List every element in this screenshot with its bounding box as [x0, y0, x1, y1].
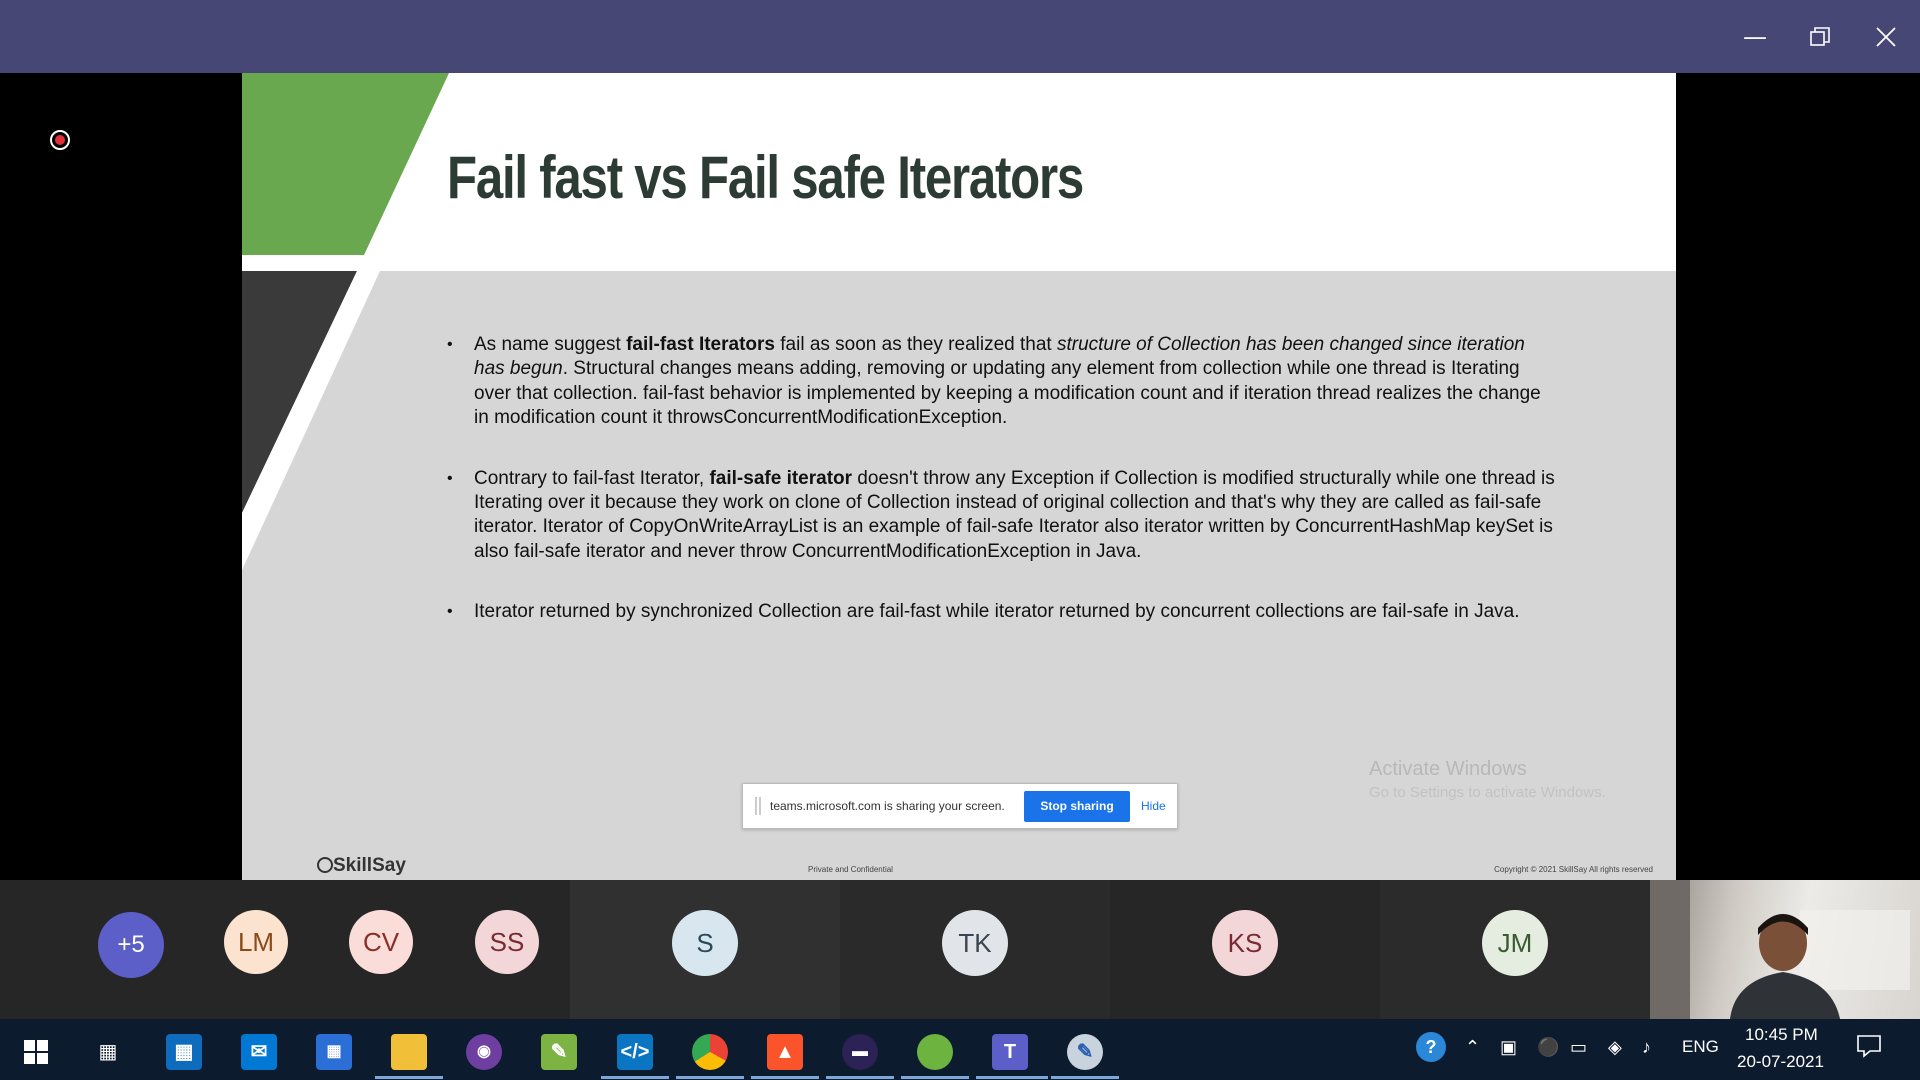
bullet-item: As name suggest fail-fast Iterators fail… [447, 333, 1557, 431]
notepad-icon[interactable]: ✎ [541, 1034, 577, 1070]
meet-now-icon[interactable]: ▣ [1500, 1037, 1517, 1058]
chrome-icon[interactable] [692, 1034, 728, 1070]
start-icon[interactable] [18, 1034, 54, 1070]
github-icon[interactable]: ◉ [466, 1034, 502, 1070]
slide-title: Fail fast vs Fail safe Iterators [447, 144, 1084, 211]
avatar-s[interactable]: S [672, 910, 738, 976]
hide-share-bar-button[interactable]: Hide [1141, 799, 1166, 813]
bullet-text: Contrary to fail-fast Iterator, [474, 467, 710, 489]
bullet-item: Contrary to fail-fast Iterator, fail-saf… [447, 467, 1557, 565]
eclipse-icon[interactable]: ▬ [842, 1034, 878, 1070]
avatar-cv[interactable]: CV [349, 910, 413, 974]
stop-sharing-button[interactable]: Stop sharing [1024, 791, 1130, 822]
chevron-up-icon[interactable]: ⌃ [1465, 1037, 1480, 1058]
footer-confidential: Private and Confidential [808, 865, 893, 874]
footer-copyright: Copyright © 2021 SkillSay All rights res… [1494, 865, 1653, 874]
file-explorer-icon[interactable] [391, 1034, 427, 1070]
bullet-list: As name suggest fail-fast Iterators fail… [447, 333, 1557, 661]
active-app-indicator [601, 1076, 669, 1079]
restore-icon[interactable] [1797, 14, 1843, 60]
clock-date[interactable]: 20-07-2021 [1737, 1052, 1824, 1072]
bullet-item: Iterator returned by synchronized Collec… [447, 600, 1557, 625]
bullet-bold-term: fail-fast Iterators [626, 334, 775, 355]
activate-windows-subtitle: Go to Settings to activate Windows. [1369, 784, 1606, 801]
close-icon[interactable] [1863, 14, 1909, 60]
wifi-icon[interactable]: ◈ [1608, 1037, 1622, 1058]
clock-time[interactable]: 10:45 PM [1745, 1025, 1818, 1045]
teams-icon[interactable]: T [992, 1034, 1028, 1070]
avatar-lm[interactable]: LM [224, 910, 288, 974]
logo-mark-icon [317, 857, 333, 873]
drag-handle-icon[interactable] [755, 797, 761, 815]
notification-icon[interactable] [1856, 1033, 1882, 1064]
paint-icon[interactable]: ✎ [1067, 1034, 1103, 1070]
volume-icon[interactable]: ♪ [1642, 1037, 1651, 1058]
active-app-indicator [976, 1076, 1048, 1079]
spring-tools-icon[interactable] [917, 1034, 953, 1070]
bullet-text: Iterator returned by synchronized Collec… [474, 601, 1520, 623]
language-indicator[interactable]: ENG [1682, 1037, 1719, 1057]
bullet-bold-term: fail-safe iterator [709, 467, 853, 489]
active-app-indicator [1051, 1076, 1119, 1079]
active-app-indicator [751, 1076, 819, 1079]
avatar-ks[interactable]: KS [1212, 910, 1278, 976]
active-app-indicator [676, 1076, 744, 1079]
active-app-indicator [901, 1076, 969, 1079]
mail-icon[interactable]: ✉ [241, 1034, 277, 1070]
brave-icon[interactable]: ▲ [767, 1034, 803, 1070]
avatar-jm[interactable]: JM [1482, 910, 1548, 976]
title-bar: — [0, 0, 1920, 73]
bullet-text: . Structural changes means adding, remov… [474, 358, 1541, 429]
minimize-icon[interactable]: — [1732, 14, 1778, 60]
active-app-indicator [826, 1076, 894, 1079]
self-video-tile[interactable] [1650, 880, 1920, 1019]
windows-taskbar: ▦ ▦ ✉ ▦ ◉ ✎ </> ▲ ▬ T ✎ ? ⌃ ▣ ⚫ ▭ ◈ ♪ EN… [0, 1019, 1920, 1080]
bullet-text: As name suggest [474, 334, 627, 355]
share-status-text: teams.microsoft.com is sharing your scre… [770, 799, 1005, 813]
microphone-icon[interactable]: ⚫ [1537, 1037, 1559, 1058]
shared-slide: Fail fast vs Fail safe Iterators As name… [242, 73, 1676, 880]
active-app-indicator [375, 1076, 443, 1079]
bullet-text: fail as soon as they realized that [774, 334, 1057, 355]
skillsay-logo: SkillSay [317, 855, 406, 877]
store-icon[interactable]: ▦ [166, 1034, 202, 1070]
participants-strip: +5 LM CV SS S TK KS JM [0, 880, 1920, 1019]
video-frame [1650, 880, 1910, 1019]
logo-text: SkillSay [333, 855, 406, 876]
screen-share-bar: teams.microsoft.com is sharing your scre… [742, 783, 1178, 829]
avatar-tk[interactable]: TK [942, 910, 1008, 976]
calendar-icon[interactable]: ▦ [316, 1034, 352, 1070]
task-view-icon[interactable]: ▦ [90, 1034, 126, 1070]
vscode-icon[interactable]: </> [617, 1034, 653, 1070]
activate-windows-title: Activate Windows [1369, 758, 1527, 780]
battery-icon[interactable]: ▭ [1570, 1037, 1587, 1058]
recording-indicator-icon [50, 130, 70, 150]
avatar-ss[interactable]: SS [475, 910, 539, 974]
more-participants-avatar[interactable]: +5 [98, 912, 164, 978]
help-icon[interactable]: ? [1416, 1032, 1446, 1062]
